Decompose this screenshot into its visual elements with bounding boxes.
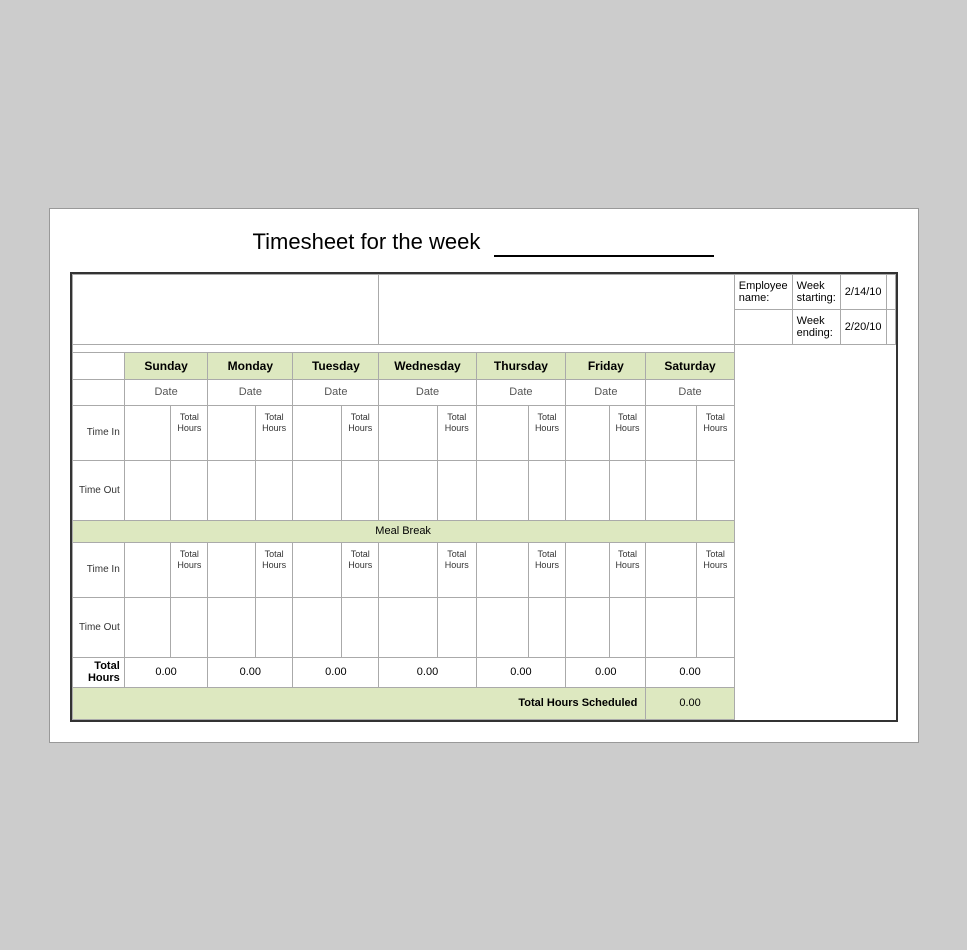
friday-timein-1[interactable] <box>566 405 609 460</box>
time-out-label-2: Time Out <box>72 597 124 657</box>
date-row: Date Date Date Date Date Date Date <box>72 379 895 405</box>
friday-timein-2[interactable] <box>566 542 609 597</box>
thursday-totalhours-1: TotalHours <box>528 405 566 460</box>
sunday-timein-2[interactable] <box>124 542 170 597</box>
saturday-timein-1[interactable] <box>646 405 697 460</box>
week-ending-value: 2/20/10 <box>840 309 886 344</box>
friday-totalhours-1: TotalHours <box>609 405 646 460</box>
spacer-row <box>72 344 895 352</box>
wednesday-timeout-1[interactable] <box>379 460 438 520</box>
sunday-timeout-2[interactable] <box>124 597 170 657</box>
monday-totalhours-2: TotalHours <box>255 542 292 597</box>
saturday-total: 0.00 <box>646 657 734 687</box>
thursday-timein-2[interactable] <box>476 542 528 597</box>
tuesday-timeout-2[interactable] <box>293 597 342 657</box>
tuesday-timeout-1[interactable] <box>293 460 342 520</box>
friday-total: 0.00 <box>566 657 646 687</box>
total-hours-label: Total Hours <box>72 657 124 687</box>
page-title: Timesheet for the week <box>70 229 898 262</box>
thursday-header: Thursday <box>476 352 566 379</box>
monday-timein-2[interactable] <box>208 542 256 597</box>
meal-break-label: Meal Break <box>72 520 734 542</box>
saturday-date[interactable]: Date <box>646 379 734 405</box>
employee-name-label: Employee name: <box>734 274 792 309</box>
tuesday-header: Tuesday <box>293 352 379 379</box>
wednesday-header: Wednesday <box>379 352 476 379</box>
friday-timeout-2[interactable] <box>566 597 609 657</box>
time-in-label-1: Time In <box>72 405 124 460</box>
tuesday-totalhours-2: TotalHours <box>342 542 379 597</box>
friday-date[interactable]: Date <box>566 379 646 405</box>
tuesday-timein-1[interactable] <box>293 405 342 460</box>
saturday-totalhours-2: TotalHours <box>697 542 735 597</box>
time-out-row-1: Time Out <box>72 460 895 520</box>
saturday-timein-2[interactable] <box>646 542 697 597</box>
timesheet-page: Timesheet for the week <box>49 208 919 743</box>
wednesday-date[interactable]: Date <box>379 379 476 405</box>
monday-header: Monday <box>208 352 293 379</box>
week-starting-value: 2/14/10 <box>840 274 886 309</box>
title-text: Timesheet for the week <box>253 229 481 254</box>
thursday-timein-1[interactable] <box>476 405 528 460</box>
monday-totalhours-1: TotalHours <box>255 405 292 460</box>
wednesday-total: 0.00 <box>379 657 476 687</box>
wednesday-totalhours-1: TotalHours <box>438 405 477 460</box>
tuesday-timein-2[interactable] <box>293 542 342 597</box>
week-ending-label: Week ending: <box>792 309 840 344</box>
saturday-header: Saturday <box>646 352 734 379</box>
wednesday-timeout-2[interactable] <box>379 597 438 657</box>
saturday-timeout-2[interactable] <box>646 597 697 657</box>
tuesday-date[interactable]: Date <box>293 379 379 405</box>
thursday-total: 0.00 <box>476 657 566 687</box>
thursday-date[interactable]: Date <box>476 379 566 405</box>
saturday-timeout-1[interactable] <box>646 460 697 520</box>
wednesday-totalhours-2: TotalHours <box>438 542 477 597</box>
tuesday-totalhours-1: TotalHours <box>342 405 379 460</box>
sunday-totalhours-1: TotalHours <box>171 405 208 460</box>
thursday-timeout-2[interactable] <box>476 597 528 657</box>
total-scheduled-row: Total Hours Scheduled 0.00 <box>72 687 895 719</box>
monday-timeout-1[interactable] <box>208 460 256 520</box>
day-header-row: Sunday Monday Tuesday Wednesday Thursday… <box>72 352 895 379</box>
time-in-row-1: Time In TotalHours TotalHours TotalHours… <box>72 405 895 460</box>
sunday-total: 0.00 <box>124 657 208 687</box>
monday-timein-1[interactable] <box>208 405 256 460</box>
time-in-row-2: Time In TotalHours TotalHours TotalHours… <box>72 542 895 597</box>
monday-timeout-2[interactable] <box>208 597 256 657</box>
sunday-timeout-1[interactable] <box>124 460 170 520</box>
time-out-label-1: Time Out <box>72 460 124 520</box>
title-underline <box>494 229 714 257</box>
time-out-row-2: Time Out <box>72 597 895 657</box>
tuesday-total: 0.00 <box>293 657 379 687</box>
week-starting-label: Week starting: <box>792 274 840 309</box>
friday-timeout-1[interactable] <box>566 460 609 520</box>
sunday-timein-1[interactable] <box>124 405 170 460</box>
saturday-totalhours-1: TotalHours <box>697 405 735 460</box>
sunday-header: Sunday <box>124 352 208 379</box>
monday-total: 0.00 <box>208 657 293 687</box>
friday-header: Friday <box>566 352 646 379</box>
sunday-totalhours-2: TotalHours <box>171 542 208 597</box>
thursday-timeout-1[interactable] <box>476 460 528 520</box>
total-hours-row: Total Hours 0.00 0.00 0.00 0.00 0.00 0.0… <box>72 657 895 687</box>
wednesday-timein-2[interactable] <box>379 542 438 597</box>
monday-date[interactable]: Date <box>208 379 293 405</box>
friday-totalhours-2: TotalHours <box>609 542 646 597</box>
total-scheduled-value: 0.00 <box>646 687 734 719</box>
thursday-totalhours-2: TotalHours <box>528 542 566 597</box>
meal-break-header: Meal Break <box>72 520 895 542</box>
total-scheduled-label: Total Hours Scheduled <box>72 687 646 719</box>
sunday-date[interactable]: Date <box>124 379 208 405</box>
wednesday-timein-1[interactable] <box>379 405 438 460</box>
time-in-label-2: Time In <box>72 542 124 597</box>
